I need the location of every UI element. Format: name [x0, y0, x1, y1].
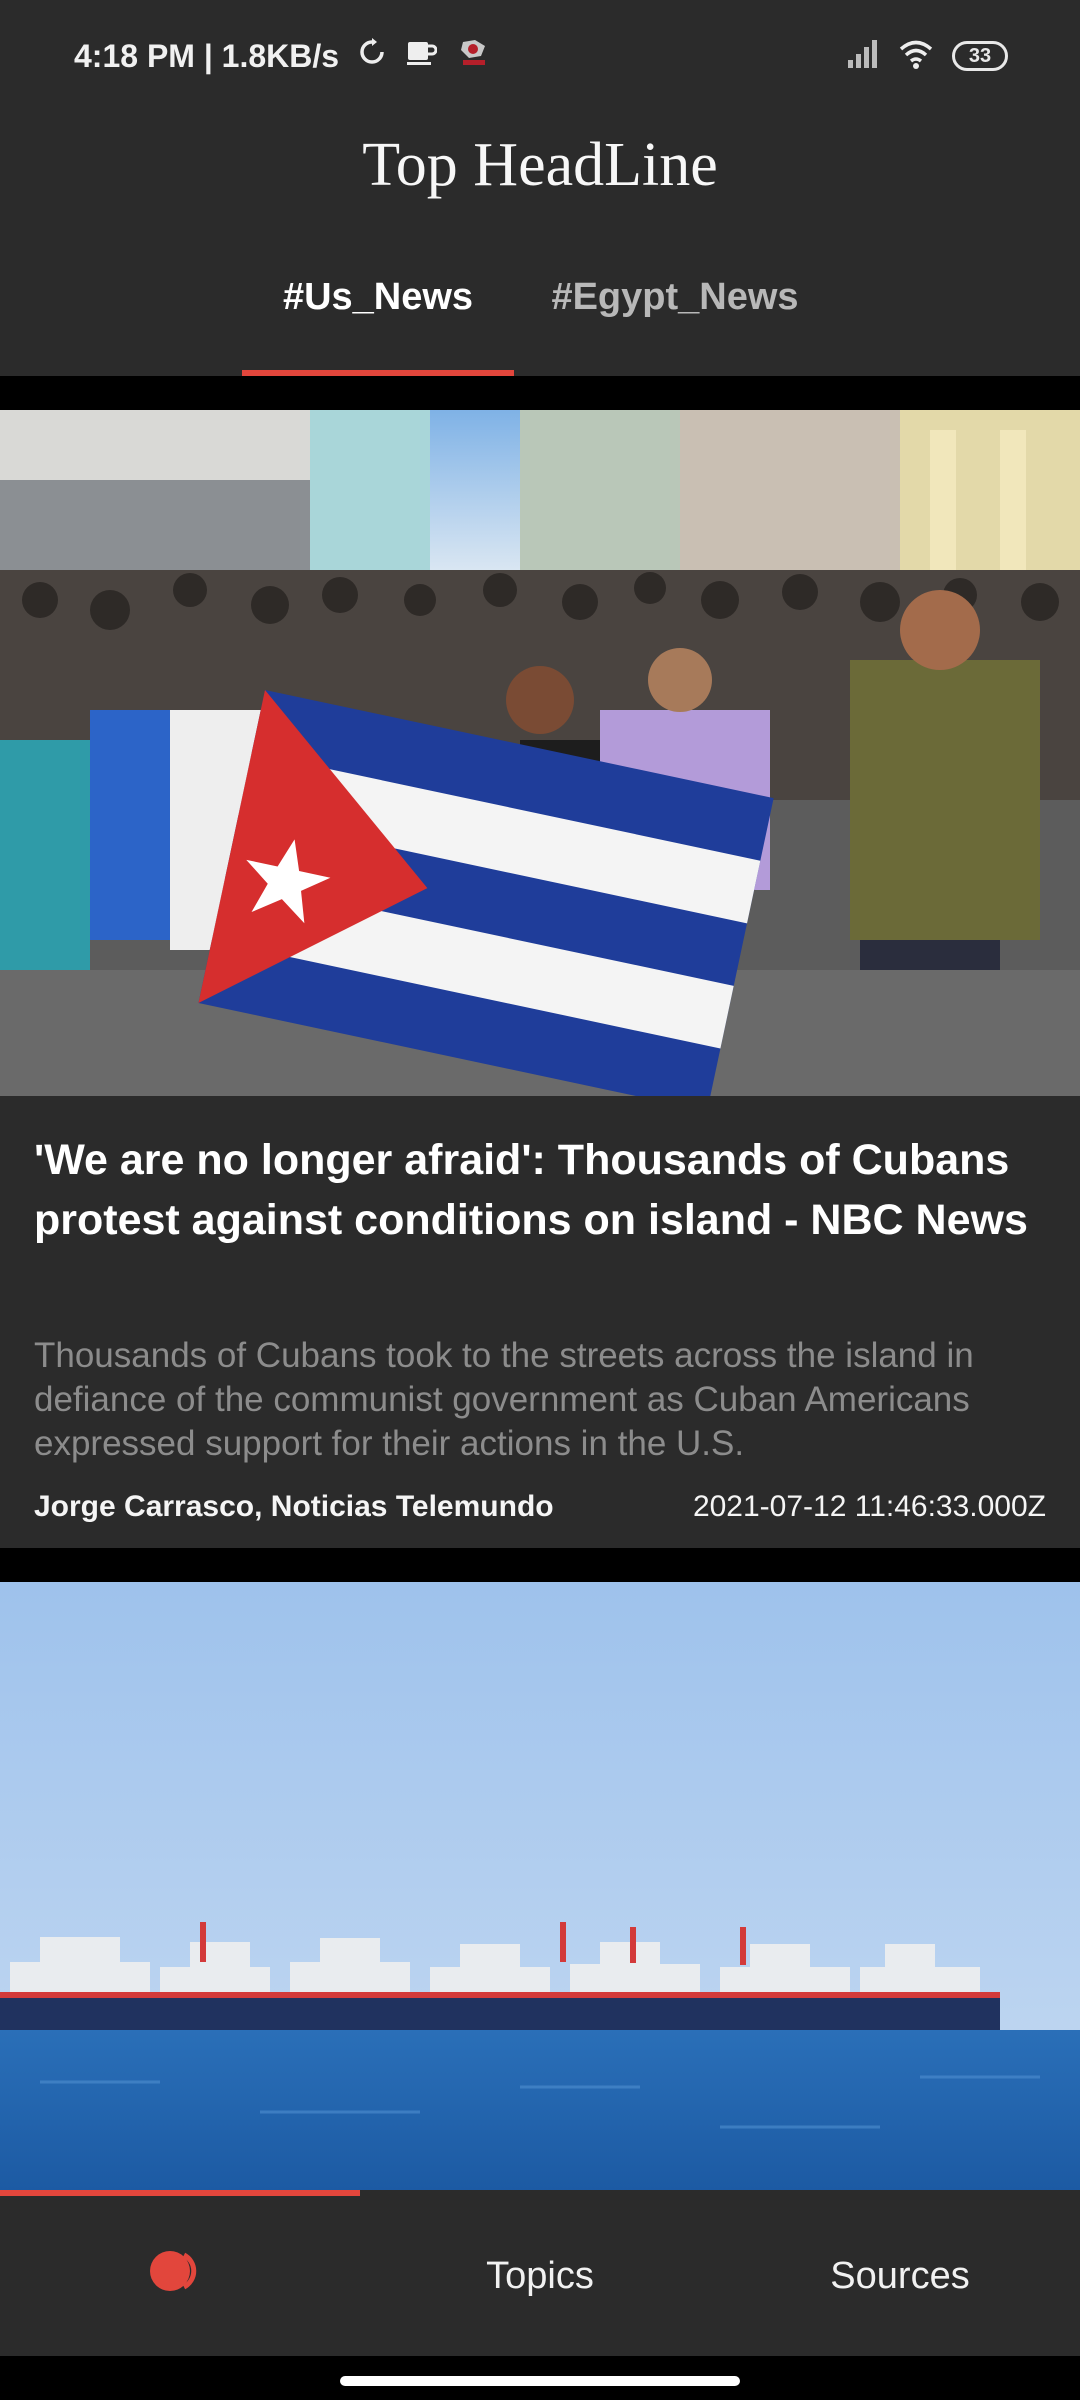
nav-topics-button[interactable]: Topics: [360, 2196, 720, 2356]
status-right: 33: [846, 36, 1008, 76]
status-bar: 4:18 PM | 1.8KB/s 33: [0, 0, 1080, 90]
app-header: Top HeadLine #Us_News #Egypt_News: [0, 90, 1080, 376]
bottom-navigation: Topics Sources: [0, 2190, 1080, 2356]
tab-bar: #Us_News #Egypt_News: [0, 266, 1080, 376]
status-time-speed: 4:18 PM | 1.8KB/s: [74, 37, 340, 74]
coffee-icon: [405, 37, 438, 75]
battery-indicator: 33: [952, 41, 1008, 71]
nav-sources-button[interactable]: Sources: [720, 2196, 1080, 2356]
article-image: [0, 410, 1080, 1096]
tab-egypt-news[interactable]: #Egypt_News: [540, 266, 810, 376]
signal-icon: [846, 38, 880, 75]
article-author: Jorge Carrasco, Noticias Telemundo: [34, 1490, 554, 1523]
article-card[interactable]: 'We are no longer afraid': Thousands of …: [0, 410, 1080, 1548]
page-title: Top HeadLine: [362, 131, 718, 199]
article-date: 2021-07-12 11:46:33.000Z: [692, 1490, 1046, 1523]
system-gesture-bar: [0, 2356, 1080, 2400]
tab-selected-indicator: [242, 370, 514, 376]
app-notification-icon: [455, 36, 493, 76]
wifi-icon: [898, 38, 934, 75]
article-card[interactable]: [0, 1582, 1080, 2192]
article-title[interactable]: 'We are no longer afraid': Thousands of …: [34, 1130, 1044, 1250]
status-left: 4:18 PM | 1.8KB/s: [74, 36, 493, 76]
toggle-dot-icon: [148, 2249, 212, 2303]
nav-home-button[interactable]: [0, 2196, 360, 2356]
tab-us-news[interactable]: #Us_News: [242, 266, 514, 376]
article-image: [0, 1582, 1080, 2192]
article-description: Thousands of Cubans took to the streets …: [34, 1336, 974, 1463]
home-indicator[interactable]: [340, 2376, 740, 2386]
sync-icon: [357, 37, 387, 75]
